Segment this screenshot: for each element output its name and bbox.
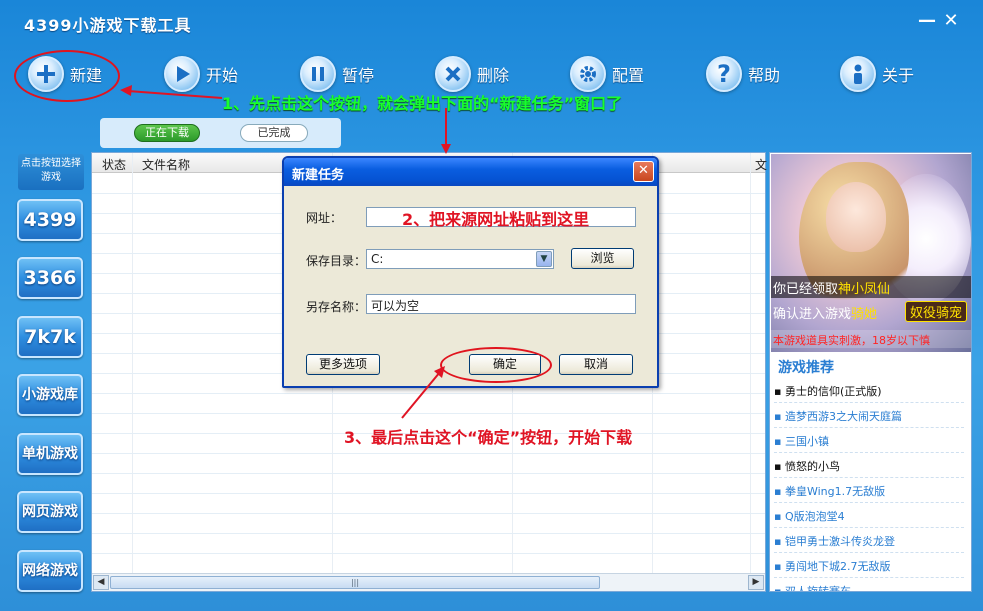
column-partial[interactable]: 文 <box>755 156 767 173</box>
recommend-item[interactable]: ▪ 勇士的信仰(正式版) <box>774 383 882 399</box>
url-label: 网址： <box>306 211 343 225</box>
right-panel: 你已经领取神小凤仙 确认进入游戏骑她 奴役骑宠 本游戏道具实刺激，18岁以下慎 … <box>769 152 972 592</box>
scroll-right-icon[interactable]: ▶ <box>748 575 764 590</box>
sidebar-item-single-player[interactable]: 单机游戏 <box>17 433 83 475</box>
promo-line2-highlight: 骑她 <box>851 307 878 322</box>
save-as-input[interactable]: 可以为空 <box>366 294 636 314</box>
promo-line2-prefix: 确认进入游戏 <box>773 307 852 322</box>
about-button[interactable]: 关于 <box>840 54 914 94</box>
save-dir-value: C: <box>371 252 384 266</box>
recommend-separator <box>774 552 964 553</box>
list-row-line <box>92 453 765 454</box>
recommend-item[interactable]: ▪ 勇闯地下城2.7无敌版 <box>774 558 890 574</box>
cancel-button[interactable]: 取消 <box>559 354 633 375</box>
column-divider <box>132 153 133 573</box>
recommend-item[interactable]: ▪ 三国小镇 <box>774 433 829 449</box>
config-button[interactable]: 配置 <box>570 54 644 94</box>
person-info-icon <box>840 56 876 92</box>
sidebar-hint: 点击按钮选择游戏 <box>18 154 84 190</box>
promo-banner[interactable]: 你已经领取神小凤仙 确认进入游戏骑她 奴役骑宠 本游戏道具实刺激，18岁以下慎 <box>771 154 971 352</box>
config-button-label: 配置 <box>612 66 645 85</box>
column-filename[interactable]: 文件名称 <box>142 156 190 173</box>
list-row-line <box>92 393 765 394</box>
dialog-title: 新建任务 <box>284 158 657 186</box>
column-status[interactable]: 状态 <box>102 156 126 173</box>
pause-button[interactable]: 暂停 <box>300 54 374 94</box>
list-row-line <box>92 493 765 494</box>
recommend-separator <box>774 402 964 403</box>
promo-line2-pill: 奴役骑宠 <box>904 301 967 322</box>
list-row-line <box>92 533 765 534</box>
pause-button-label: 暂停 <box>342 66 375 85</box>
recommend-item[interactable]: ▪ 拳皇Wing1.7无敌版 <box>774 483 885 499</box>
ok-button-callout-oval <box>440 347 552 383</box>
help-button-label: 帮助 <box>748 66 781 85</box>
more-options-button[interactable]: 更多选项 <box>306 354 380 375</box>
column-divider <box>750 153 751 573</box>
promo-line1-prefix: 你已经领取 <box>773 282 839 297</box>
recommend-separator <box>774 427 964 428</box>
tab-completed[interactable]: 已完成 <box>240 124 308 142</box>
gear-icon <box>570 56 606 92</box>
save-dir-select[interactable]: C: ▼ <box>366 249 554 269</box>
promo-line1: 你已经领取神小凤仙 <box>771 276 971 298</box>
recommend-separator <box>774 502 964 503</box>
download-tabs: 正在下载 已完成 <box>100 118 341 148</box>
recommend-item[interactable]: ▪ 双人旋转赛车 <box>774 583 851 591</box>
dialog-close-button[interactable]: ✕ <box>633 161 654 182</box>
horizontal-scrollbar[interactable]: ◀ ||| ▶ <box>92 573 765 591</box>
tab-downloading[interactable]: 正在下载 <box>134 124 200 142</box>
play-icon <box>164 56 200 92</box>
about-button-label: 关于 <box>882 66 915 85</box>
list-row-line <box>92 553 765 554</box>
sidebar-item-mini-games[interactable]: 小游戏库 <box>17 374 83 416</box>
annotation-step3: 3、最后点击这个“确定”按钮，开始下载 <box>344 428 633 447</box>
recommend-separator <box>774 452 964 453</box>
new-button-callout-oval <box>14 50 120 102</box>
scroll-left-icon[interactable]: ◀ <box>93 575 109 590</box>
close-window-button[interactable]: ✕ <box>940 10 962 31</box>
scrollbar-thumb[interactable]: ||| <box>110 576 600 589</box>
start-button[interactable]: 开始 <box>164 54 238 94</box>
recommend-item[interactable]: ▪ 愤怒的小鸟 <box>774 458 840 474</box>
delete-x-icon <box>435 56 471 92</box>
recommend-separator <box>774 477 964 478</box>
sidebar-item-web-games[interactable]: 网页游戏 <box>17 491 83 533</box>
list-row-line <box>92 513 765 514</box>
pause-icon <box>300 56 336 92</box>
sidebar-item-3366[interactable]: 3366 <box>17 257 83 299</box>
recommend-item[interactable]: ▪ Q版泡泡堂4 <box>774 508 845 524</box>
browse-button[interactable]: 浏览 <box>571 248 634 269</box>
save-dir-label: 保存目录： <box>306 254 367 268</box>
angel-face-graphic <box>826 182 886 252</box>
delete-button-label: 删除 <box>477 66 510 85</box>
help-question-icon: ? <box>706 56 742 92</box>
recommend-item[interactable]: ▪ 铠甲勇士激斗传炎龙登 <box>774 533 895 549</box>
save-as-label: 另存名称： <box>306 300 367 314</box>
recommend-separator <box>774 577 964 578</box>
chevron-down-icon[interactable]: ▼ <box>536 251 552 267</box>
annotation-step2: 2、把来源网址粘贴到这里 <box>402 210 590 229</box>
sidebar-item-online-games[interactable]: 网络游戏 <box>17 550 83 592</box>
recommend-separator <box>774 527 964 528</box>
list-row-line <box>92 473 765 474</box>
sidebar-item-4399[interactable]: 4399 <box>17 199 83 241</box>
recommend-title: 游戏推荐 <box>778 360 834 376</box>
delete-button[interactable]: 删除 <box>435 54 509 94</box>
recommend-item[interactable]: ▪ 造梦西游3之大闹天庭篇 <box>774 408 902 424</box>
promo-line1-highlight: 神小凤仙 <box>838 282 891 297</box>
annotation-step1: 1、先点击这个按钮，就会弹出下面的“新建任务”窗口了 <box>222 94 623 113</box>
app-title: 4399小游戏下载工具 <box>24 16 192 35</box>
help-button[interactable]: ? 帮助 <box>706 54 780 94</box>
promo-line3: 本游戏道具实刺激，18岁以下慎 <box>771 330 971 348</box>
app-window: 4399小游戏下载工具 — ✕ 新建 开始 暂停 删除 配置 ? 帮助 关于 1… <box>0 0 983 611</box>
promo-line2: 确认进入游戏骑她 奴役骑宠 <box>771 300 971 324</box>
sidebar-item-7k7k[interactable]: 7k7k <box>17 316 83 358</box>
start-button-label: 开始 <box>206 66 239 85</box>
list-row-line <box>92 413 765 414</box>
minimize-button[interactable]: — <box>916 10 938 31</box>
